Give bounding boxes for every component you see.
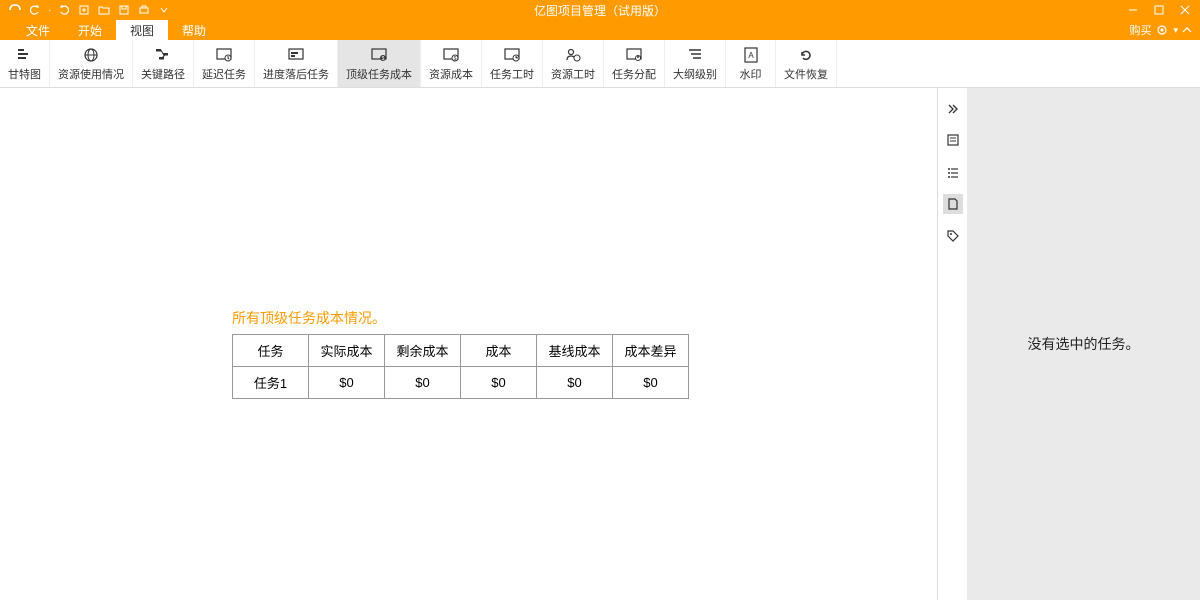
right-rail (937, 88, 967, 600)
redo-icon[interactable] (57, 3, 71, 17)
col-remaining-cost: 剩余成本 (385, 335, 461, 367)
undo-icon[interactable] (28, 3, 42, 17)
content-area: 所有顶级任务成本情况。 任务 实际成本 剩余成本 成本 基线成本 成本差异 任务… (0, 88, 937, 600)
tool-top-task-cost[interactable]: $ 顶级任务成本 (338, 40, 421, 87)
open-icon[interactable] (97, 3, 111, 17)
task-hours-icon (503, 46, 521, 64)
tool-resource-cost[interactable]: $ 资源成本 (421, 40, 482, 87)
cost-icon: $ (370, 46, 388, 64)
minimize-icon[interactable] (1126, 3, 1140, 17)
save-icon[interactable] (117, 3, 131, 17)
close-icon[interactable] (1178, 3, 1192, 17)
tool-task-assign[interactable]: 任务分配 (604, 40, 665, 87)
rail-expand-icon[interactable] (943, 98, 963, 118)
globe-icon (82, 46, 100, 64)
svg-text:$: $ (454, 56, 457, 62)
dropdown-icon[interactable] (157, 3, 171, 17)
table-header-row: 任务 实际成本 剩余成本 成本 基线成本 成本差异 (233, 335, 689, 367)
svg-text:A: A (748, 51, 754, 60)
rail-list-icon[interactable] (943, 162, 963, 182)
table-title: 所有顶级任务成本情况。 (232, 308, 937, 328)
delay-icon (215, 46, 233, 64)
app-title: 亿图项目管理（试用版） (534, 2, 666, 19)
behind-icon (287, 46, 305, 64)
table-row[interactable]: 任务1 $0 $0 $0 $0 $0 (233, 367, 689, 399)
gear-icon[interactable] (1155, 23, 1169, 37)
cost-table: 任务 实际成本 剩余成本 成本 基线成本 成本差异 任务1 $0 $0 $0 $ (232, 334, 689, 399)
path-icon (154, 46, 172, 64)
rail-details-icon[interactable] (943, 130, 963, 150)
app-logo-icon (8, 3, 22, 17)
tool-gantt[interactable]: 甘特图 (0, 40, 50, 87)
col-actual-cost: 实际成本 (309, 335, 385, 367)
menubar: 文件 开始 视图 帮助 购买 ▾ (0, 20, 1200, 40)
outline-icon (686, 46, 704, 64)
toolbar: 甘特图 资源使用情况 关键路径 延迟任务 进度落后任务 $ 顶级任务成本 $ 资… (0, 40, 1200, 88)
new-icon[interactable] (77, 3, 91, 17)
collapse-ribbon-icon[interactable] (1182, 25, 1192, 35)
tool-outline-level[interactable]: 大纲级别 (665, 40, 726, 87)
tool-file-restore[interactable]: 文件恢复 (776, 40, 837, 87)
tool-task-hours[interactable]: 任务工时 (482, 40, 543, 87)
buy-link[interactable]: 购买 (1129, 22, 1151, 38)
menu-help[interactable]: 帮助 (168, 20, 220, 40)
tool-watermark[interactable]: A 水印 (726, 40, 776, 87)
resource-cost-icon: $ (442, 46, 460, 64)
assign-icon (625, 46, 643, 64)
tool-critical-path[interactable]: 关键路径 (133, 40, 194, 87)
restore-icon (797, 46, 815, 64)
col-task: 任务 (233, 335, 309, 367)
right-panel: 没有选中的任务。 (967, 88, 1200, 600)
menu-start[interactable]: 开始 (64, 20, 116, 40)
watermark-icon: A (742, 46, 760, 64)
resource-hours-icon (564, 46, 582, 64)
tool-resource-hours[interactable]: 资源工时 (543, 40, 604, 87)
col-cost-variance: 成本差异 (613, 335, 689, 367)
gantt-icon (16, 46, 34, 64)
svg-text:$: $ (382, 56, 385, 62)
empty-selection-text: 没有选中的任务。 (1028, 334, 1140, 354)
col-baseline-cost: 基线成本 (537, 335, 613, 367)
menu-file[interactable]: 文件 (12, 20, 64, 40)
tool-delayed-tasks[interactable]: 延迟任务 (194, 40, 255, 87)
rail-tag-icon[interactable] (943, 226, 963, 246)
menu-view[interactable]: 视图 (116, 20, 168, 40)
titlebar: · 亿图项目管理（试用版） (0, 0, 1200, 20)
toolbar-separator: · (48, 5, 51, 16)
tool-behind-schedule[interactable]: 进度落后任务 (255, 40, 338, 87)
col-cost: 成本 (461, 335, 537, 367)
print-icon[interactable] (137, 3, 151, 17)
rail-doc-icon[interactable] (943, 194, 963, 214)
tool-resource-usage[interactable]: 资源使用情况 (50, 40, 133, 87)
maximize-icon[interactable] (1152, 3, 1166, 17)
chevron-down-icon[interactable]: ▾ (1173, 25, 1178, 36)
